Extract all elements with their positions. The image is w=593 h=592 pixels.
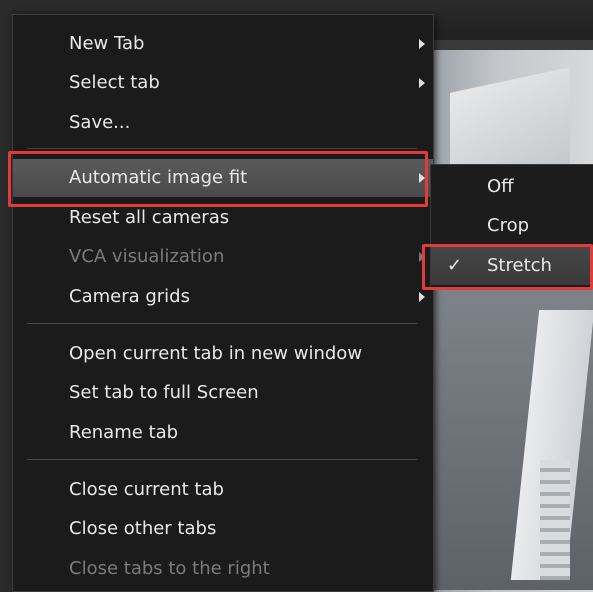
menu-item-set-full-screen[interactable]: Set tab to full Screen [13, 374, 433, 412]
menu-item-close-tabs-right: Close tabs to the right [13, 550, 433, 588]
menu-item-vca-visualization: VCA visualization [13, 238, 433, 276]
menu-separator [27, 148, 417, 149]
menu-separator [27, 323, 417, 324]
highlight-box-stretch [422, 244, 593, 290]
camera-feed-top [430, 40, 593, 50]
menu-item-rename-tab[interactable]: Rename tab [13, 414, 433, 452]
menu-item-open-in-new-window[interactable]: Open current tab in new window [13, 335, 433, 373]
menu-item-select-tab[interactable]: Select tab [13, 64, 433, 102]
menu-item-close-current-tab[interactable]: Close current tab [13, 471, 433, 509]
highlight-box-automatic-image-fit [8, 151, 428, 207]
camera-scene-rack [540, 460, 570, 580]
menu-item-label: Close other tabs [69, 518, 217, 539]
menu-item-label: Camera grids [69, 286, 190, 307]
menu-item-label: Close current tab [69, 479, 224, 500]
tab-context-menu: New Tab Select tab Save... Automatic ima… [12, 14, 434, 592]
left-edge-background [0, 0, 12, 592]
menu-item-camera-grids[interactable]: Camera grids [13, 278, 433, 316]
submenu-item-crop[interactable]: Crop [431, 207, 593, 245]
submenu-item-label: Off [487, 176, 514, 197]
menu-item-label: VCA visualization [69, 246, 225, 267]
submenu-item-label: Crop [487, 215, 530, 236]
menu-item-new-tab[interactable]: New Tab [13, 25, 433, 63]
viewer-window: New Tab Select tab Save... Automatic ima… [0, 0, 593, 592]
menu-item-label: New Tab [69, 33, 145, 54]
menu-item-save[interactable]: Save... [13, 104, 433, 142]
menu-item-label: Close tabs to the right [69, 558, 270, 579]
submenu-arrow-icon [419, 78, 425, 88]
menu-item-close-other-tabs[interactable]: Close other tabs [13, 510, 433, 548]
menu-item-label: Select tab [69, 72, 160, 93]
menu-item-label: Rename tab [69, 422, 179, 443]
submenu-arrow-icon [419, 39, 425, 49]
menu-item-label: Save... [69, 112, 131, 133]
menu-item-label: Set tab to full Screen [69, 382, 259, 403]
submenu-arrow-icon [419, 292, 425, 302]
menu-separator [27, 459, 417, 460]
camera-feed [430, 40, 593, 592]
submenu-item-off[interactable]: Off [431, 168, 593, 206]
menu-item-label: Open current tab in new window [69, 343, 363, 364]
